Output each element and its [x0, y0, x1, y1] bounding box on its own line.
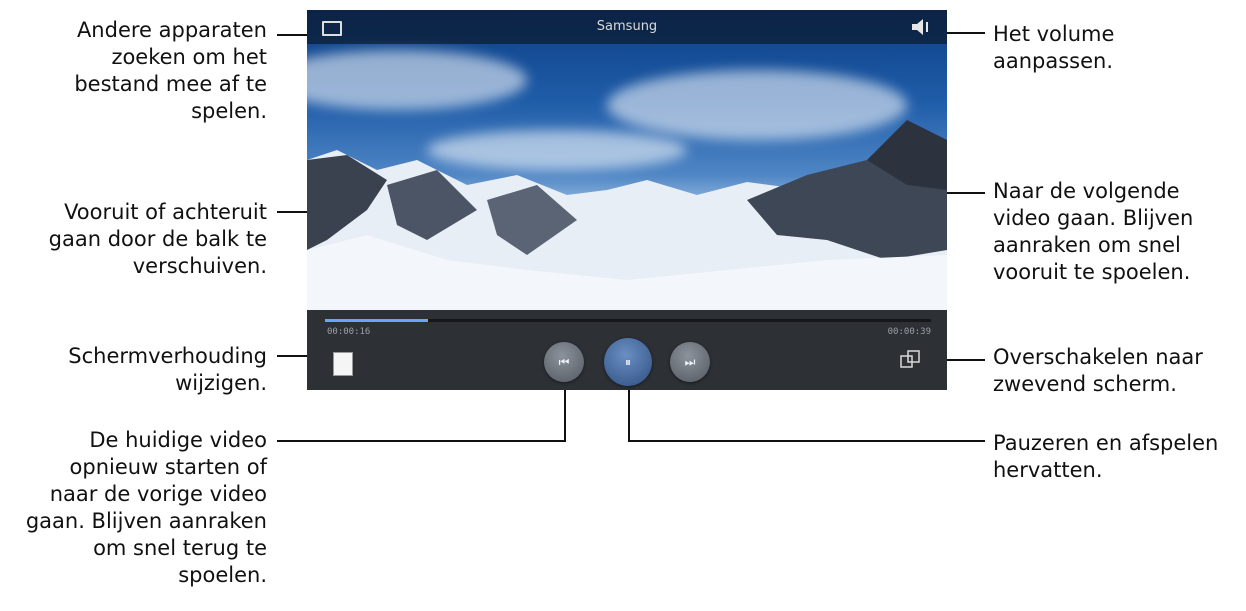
speaker-icon[interactable]: [911, 19, 933, 35]
aspect-ratio-icon[interactable]: [333, 352, 353, 376]
leader-pause: [628, 440, 985, 442]
elapsed-time: 00:00:16: [327, 327, 371, 337]
callout-volume: Het volume aanpassen.: [993, 22, 1115, 73]
video-player: Samsung 00:00:16 00:00:39 ⏮ ⏸ ⏭: [307, 10, 947, 390]
pause-button[interactable]: ⏸: [604, 338, 652, 386]
callout-next: Naar de volgende video gaan. Blijven aan…: [993, 179, 1194, 284]
callout-aspect: Schermverhouding wijzigen.: [68, 344, 267, 395]
video-frame[interactable]: [307, 10, 947, 310]
callout-pause: Pauzeren en afspelen hervatten.: [993, 431, 1219, 482]
next-button[interactable]: ⏭: [670, 342, 710, 382]
leader-previous: [277, 440, 566, 442]
callout-popup: Overschakelen naar zwevend scherm.: [993, 345, 1203, 396]
progress-fill: [325, 319, 428, 322]
pause-icon: ⏸: [624, 354, 631, 369]
popup-player-icon[interactable]: [900, 350, 920, 370]
next-track-icon: ⏭: [684, 354, 696, 369]
video-title: Samsung: [596, 19, 658, 34]
mountain-scene: [307, 120, 947, 310]
callout-seek: Vooruit of achteruit gaan door de balk t…: [48, 200, 267, 278]
total-duration: 00:00:39: [887, 327, 931, 337]
callout-previous: De huidige video opnieuw starten of naar…: [25, 428, 267, 587]
previous-button[interactable]: ⏮: [544, 342, 584, 382]
previous-track-icon: ⏮: [558, 354, 570, 369]
top-bar: Samsung: [307, 10, 947, 44]
callout-cast: Andere apparaten zoeken om het bestand m…: [74, 18, 267, 123]
